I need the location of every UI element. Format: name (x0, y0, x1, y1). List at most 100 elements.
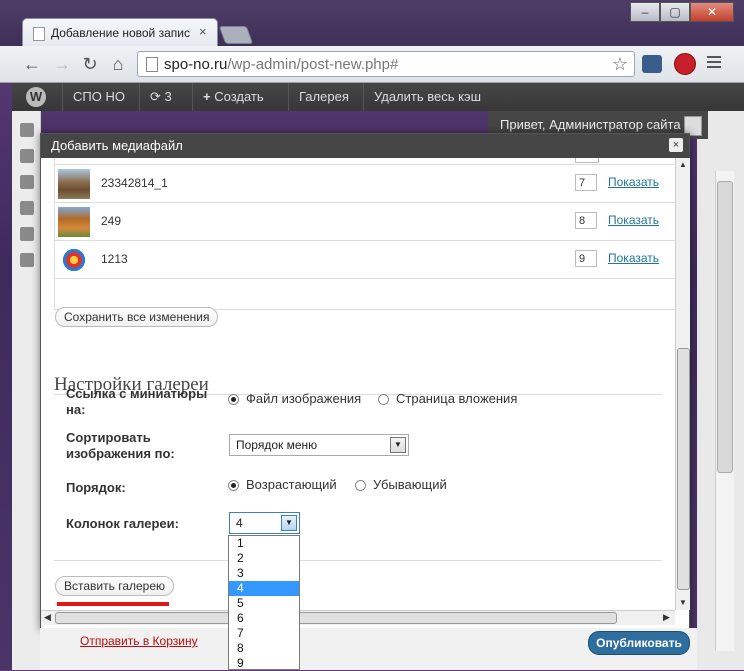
columns-option[interactable]: 9 (229, 656, 299, 671)
camera-extension-icon[interactable] (642, 55, 662, 73)
wordpress-logo-icon[interactable]: W (26, 87, 46, 107)
order-asc-label[interactable]: Возрастающий (246, 477, 337, 492)
menu-order-input[interactable]: 9 (575, 250, 597, 267)
dialog-vertical-scrollbar[interactable]: ▲ ▼ (675, 158, 690, 610)
browser-toolbar: ← → ↻ ⌂ spo-no.ru/wp-admin/post-new.php#… (0, 46, 744, 83)
scrollbar-thumb[interactable] (55, 612, 617, 624)
link-file-label[interactable]: Файл изображения (246, 391, 361, 406)
show-link[interactable]: Показать (608, 251, 659, 265)
columns-option[interactable]: 5 (229, 596, 299, 611)
show-link[interactable]: Показать (608, 175, 659, 189)
scroll-right-icon[interactable]: ▶ (663, 612, 670, 623)
link-file-radio[interactable] (228, 394, 239, 405)
browser-menu-icon[interactable] (707, 56, 721, 71)
site-name-link[interactable]: СПО НО (62, 83, 135, 111)
link-attachment-label[interactable]: Страница вложения (396, 391, 517, 406)
link-attachment-radio[interactable] (378, 394, 389, 405)
highlight-underline (57, 602, 169, 606)
url-text: spo-no.ru/wp-admin/post-new.php# (164, 56, 398, 73)
sort-by-label: Сортировать изображения по: (66, 430, 175, 461)
create-label: Создать (214, 89, 264, 104)
dialog-title: Добавить медиафайл (51, 138, 183, 153)
forward-arrow-icon[interactable]: → (52, 54, 72, 74)
tab-close-icon[interactable]: × (199, 24, 207, 39)
tab-title: Добавление новой запис (51, 26, 190, 40)
clear-cache-link[interactable]: Удалить весь кэш (363, 83, 491, 111)
back-arrow-icon[interactable]: ← (22, 54, 42, 74)
browser-titlebar: Добавление новой запис × – ▢ ✕ (0, 0, 744, 46)
list-item: 249 8 Показать (55, 203, 675, 241)
show-link[interactable]: Показать (608, 213, 659, 227)
comments-menu-icon[interactable] (20, 201, 34, 215)
order-label: Порядок: (66, 480, 126, 495)
sort-by-value: Порядок меню (236, 438, 318, 452)
adblock-extension-icon[interactable] (674, 53, 696, 75)
columns-option[interactable]: 2 (229, 551, 299, 566)
columns-option[interactable]: 3 (229, 566, 299, 581)
link-to-label: Ссылка с миниатюры на: (66, 386, 208, 417)
order-desc-radio[interactable] (355, 480, 366, 491)
columns-select[interactable]: 4 ▼ (229, 512, 300, 534)
order-desc-label[interactable]: Убывающий (373, 477, 447, 492)
admin-side-menu (12, 111, 41, 670)
home-icon[interactable]: ⌂ (108, 54, 128, 74)
media-name: 249 (101, 214, 122, 228)
columns-option[interactable]: 1 (229, 536, 299, 551)
scroll-left-icon[interactable]: ◀ (44, 612, 51, 623)
media-thumbnail (58, 245, 90, 275)
media-menu-icon[interactable] (20, 123, 34, 137)
columns-option[interactable]: 8 (229, 641, 299, 656)
address-bar[interactable]: spo-no.ru/wp-admin/post-new.php# ☆ (137, 51, 635, 77)
appearance-menu-icon[interactable] (20, 227, 34, 241)
menu-order-input[interactable]: 8 (575, 212, 597, 229)
new-tab-button[interactable] (218, 26, 254, 44)
media-name: 1213 (101, 252, 128, 266)
page-scroll-area (697, 111, 744, 670)
window-close-button[interactable]: ✕ (690, 2, 734, 22)
dialog-horizontal-scrollbar[interactable]: ◀ ▶ (41, 610, 675, 625)
publish-button[interactable]: Опубликовать (588, 631, 690, 655)
scrollbar-thumb[interactable] (677, 348, 690, 590)
save-all-button[interactable]: Сохранить все изменения (55, 307, 219, 327)
refresh-icon: ⟳ (150, 89, 161, 104)
order-asc-radio[interactable] (228, 480, 239, 491)
dialog-close-icon[interactable]: × (669, 138, 683, 152)
links-menu-icon[interactable] (20, 149, 34, 163)
url-domain: spo-no.ru (164, 56, 228, 73)
minimize-button[interactable]: – (630, 2, 660, 22)
dialog-body: 23342814_1 7 Показать 249 8 Показать 121… (41, 158, 675, 623)
columns-option-selected[interactable]: 4 (229, 581, 299, 596)
create-link[interactable]: + Создать (192, 83, 274, 111)
media-name: 23342814_1 (101, 176, 168, 190)
chevron-down-icon[interactable]: ▼ (390, 437, 406, 453)
url-path: /wp-admin/post-new.php# (227, 56, 399, 73)
columns-option[interactable]: 6 (229, 611, 299, 626)
page-icon (146, 57, 158, 72)
pages-menu-icon[interactable] (20, 175, 34, 189)
bookmark-star-icon[interactable]: ☆ (612, 54, 628, 75)
window-controls: – ▢ ✕ (630, 2, 734, 22)
trash-link[interactable]: Отправить в Корзину (80, 634, 198, 648)
columns-option[interactable]: 7 (229, 626, 299, 641)
greeting-text: Привет, Администратор сайта (500, 117, 681, 132)
menu-order-input[interactable]: 7 (575, 174, 597, 191)
plugins-menu-icon[interactable] (20, 253, 34, 267)
browser-tab[interactable]: Добавление новой запис × (22, 18, 218, 46)
scroll-down-icon[interactable]: ▼ (679, 598, 687, 607)
gallery-link[interactable]: Галерея (288, 83, 359, 111)
updates-count: 3 (164, 89, 172, 104)
media-thumbnail (58, 207, 90, 237)
reload-icon[interactable]: ↻ (80, 54, 100, 74)
scroll-up-icon[interactable]: ▲ (679, 160, 687, 169)
columns-dropdown-list: 1 2 3 4 5 6 7 8 9 (228, 535, 300, 670)
page-scrollbar-thumb[interactable] (717, 181, 733, 473)
updates-link[interactable]: ⟳ 3 (139, 83, 182, 111)
sort-by-select[interactable]: Порядок меню ▼ (229, 434, 409, 456)
dialog-header: Добавить медиафайл × (41, 134, 689, 158)
maximize-button[interactable]: ▢ (660, 2, 690, 22)
columns-label: Колонок галереи: (66, 516, 179, 531)
insert-gallery-button[interactable]: Вставить галерею (55, 576, 175, 596)
list-item: 1213 9 Показать (55, 241, 675, 279)
section-divider (54, 560, 662, 561)
chevron-down-icon[interactable]: ▼ (281, 515, 297, 531)
